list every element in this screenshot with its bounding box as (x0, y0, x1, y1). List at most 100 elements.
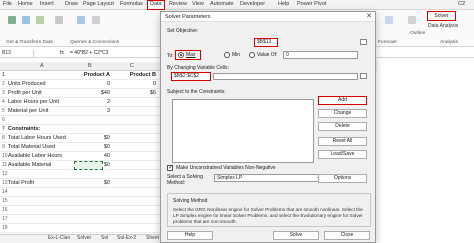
cell-a[interactable]: Total Profit (8, 180, 34, 186)
get-data-icon[interactable] (8, 16, 16, 24)
row-number[interactable]: 14 (2, 189, 8, 195)
tab-view[interactable]: View (192, 1, 204, 8)
table-row[interactable] (0, 116, 160, 125)
row-number[interactable]: 9 (2, 144, 5, 150)
tab-formulas[interactable]: Formulas (120, 1, 143, 8)
options-button[interactable]: Options (318, 174, 367, 183)
min-radio[interactable] (224, 52, 230, 58)
refresh-all-icon[interactable] (77, 16, 85, 24)
close-button[interactable]: Close (324, 231, 370, 240)
reset-all-button[interactable]: Reset All (318, 137, 367, 146)
formula-input[interactable]: = 40*B2 + C2*C3 (70, 50, 108, 56)
cell-a[interactable]: Total Labor Hours Used (8, 135, 66, 141)
sheet-tab[interactable]: Sol (101, 235, 108, 241)
close-icon[interactable]: ✕ (366, 13, 372, 21)
changing-cells-field[interactable]: $B$2:$C$2 (171, 72, 211, 81)
table-row[interactable] (0, 206, 160, 215)
range-select-icon[interactable] (360, 39, 367, 45)
row-number[interactable]: 5 (2, 108, 5, 114)
cell-a[interactable]: Available Material (8, 162, 51, 168)
tab-draw[interactable]: Draw (65, 1, 78, 8)
tab-data[interactable]: Data (150, 1, 162, 8)
solve-button[interactable]: Solve (273, 231, 319, 240)
tab-developer[interactable]: Developer (240, 1, 265, 8)
row-number[interactable]: 12 (2, 171, 8, 177)
cell-b[interactable]: 0 (74, 81, 110, 87)
name-box[interactable]: B13 (2, 50, 34, 57)
column-header-a[interactable]: A (40, 63, 44, 69)
forecast-sheet-icon[interactable] (385, 16, 393, 24)
delete-button[interactable]: Delete (318, 122, 367, 131)
cell-a[interactable]: Profit per Unit (8, 90, 42, 96)
help-button[interactable]: Help (167, 231, 213, 240)
cell-a[interactable]: Material per Unit (8, 108, 48, 114)
tab-page-layout[interactable]: Page Layout (83, 1, 114, 8)
table-row[interactable] (0, 188, 160, 197)
row-number[interactable]: 4 (2, 99, 5, 105)
cell-b[interactable]: $0 (74, 180, 110, 186)
non-negative-checkbox[interactable]: ✓ (167, 165, 173, 171)
value-of-field[interactable]: 0 (283, 51, 358, 59)
load-save-button[interactable]: Load/Save (318, 150, 367, 159)
table-row[interactable] (0, 224, 160, 233)
table-row[interactable] (0, 197, 160, 206)
table-row[interactable] (0, 215, 160, 224)
sheet-tab[interactable]: Sheet (146, 235, 159, 241)
from-web-icon[interactable] (36, 16, 44, 24)
cell-b[interactable]: $40 (74, 90, 110, 96)
max-radio[interactable] (178, 52, 184, 58)
row-number[interactable]: 13 (2, 180, 8, 186)
tab-review[interactable]: Review (169, 1, 187, 8)
sheet-tab[interactable]: Solver (77, 235, 91, 241)
cell-c[interactable]: 0 (114, 81, 156, 87)
row-number[interactable]: 2 (2, 81, 5, 87)
tab-automate[interactable]: Automate (210, 1, 234, 8)
objective-field[interactable]: $B$13 (254, 38, 278, 47)
outline-icon[interactable] (408, 16, 416, 24)
column-header-b[interactable]: B (88, 63, 92, 69)
value-of-radio[interactable] (249, 52, 255, 58)
range-select-icon[interactable] (360, 73, 367, 79)
cell-b[interactable]: $0 (74, 144, 110, 150)
tab-power-pivot[interactable]: Power Pivot (297, 1, 326, 8)
row-number[interactable]: 15 (2, 198, 8, 204)
solving-method-select[interactable]: Simplex LP (214, 174, 324, 182)
table-row[interactable] (0, 170, 160, 179)
changing-cells-input-extension[interactable] (213, 73, 358, 80)
row-number[interactable]: 10 (2, 153, 8, 159)
sheet-tab[interactable]: Sol-Ex-2 (117, 235, 136, 241)
cell-c[interactable]: Product B (114, 72, 156, 78)
cell-a[interactable]: Available Labor Hours (8, 153, 62, 159)
cell-b[interactable]: Product A (74, 72, 110, 78)
change-button[interactable]: Change (318, 109, 367, 118)
cell-b[interactable]: 40 (74, 153, 110, 159)
row-number[interactable]: 1 (2, 72, 5, 78)
row-number[interactable]: 7 (2, 126, 5, 132)
selected-cell-b13[interactable] (74, 161, 103, 170)
row-number[interactable]: 18 (2, 225, 8, 231)
column-header-c[interactable]: C (130, 63, 134, 69)
solver-button[interactable]: Solver (427, 11, 456, 21)
row-number[interactable]: 11 (2, 162, 7, 168)
row-number[interactable]: 16 (2, 207, 8, 213)
cell-a[interactable]: Total Material Used (8, 144, 55, 150)
row-number[interactable]: 8 (2, 135, 5, 141)
from-text-icon[interactable] (22, 16, 30, 24)
row-number[interactable]: 6 (2, 117, 5, 123)
sheet-tab[interactable]: Ex-L-Clan (48, 235, 70, 241)
cell-b[interactable]: 3 (74, 108, 110, 114)
cell-c[interactable]: $6 (114, 90, 156, 96)
tab-help[interactable]: Help (278, 1, 289, 8)
tab-home[interactable]: Home (18, 1, 33, 8)
cell-a[interactable]: Constraints: (8, 126, 40, 132)
cell-a[interactable]: Labor Hours per Unit (8, 99, 59, 105)
cell-b[interactable]: $0 (74, 135, 110, 141)
tab-insert[interactable]: Insert (40, 1, 54, 8)
queries-icon[interactable] (92, 16, 100, 24)
row-number[interactable]: 17 (2, 216, 8, 222)
row-number[interactable]: 3 (2, 90, 5, 96)
data-analysis-button[interactable]: Data Analysis (428, 23, 458, 29)
cell-b[interactable]: 2 (74, 99, 110, 105)
add-button[interactable]: Add (318, 96, 367, 105)
constraints-listbox[interactable] (172, 99, 314, 163)
